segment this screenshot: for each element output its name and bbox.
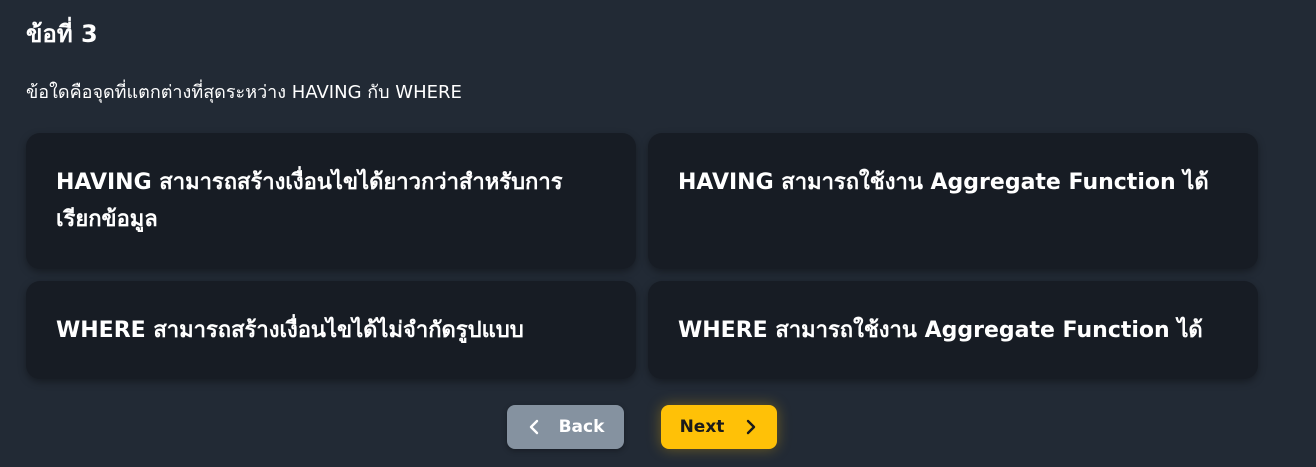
answer-choice-1[interactable]: HAVING สามารถสร้างเงื่อนไขได้ยาวกว่าสำหร… xyxy=(26,133,636,269)
answer-choices: HAVING สามารถสร้างเงื่อนไขได้ยาวกว่าสำหร… xyxy=(26,133,1258,379)
chevron-left-icon xyxy=(527,419,541,435)
answer-choice-3[interactable]: WHERE สามารถสร้างเงื่อนไขได้ไม่จำกัดรูปแ… xyxy=(26,281,636,379)
next-button[interactable]: Next xyxy=(661,405,777,449)
question-number-title: ข้อที่ 3 xyxy=(26,20,98,48)
navigation-bar: Back Next xyxy=(0,405,1316,449)
back-button-label: Back xyxy=(558,417,605,437)
question-text: ข้อใดคือจุดที่แตกต่างที่สุดระหว่าง HAVIN… xyxy=(26,82,462,103)
answer-choice-4[interactable]: WHERE สามารถใช้งาน Aggregate Function ได… xyxy=(648,281,1258,379)
next-button-label: Next xyxy=(679,417,725,437)
back-button[interactable]: Back xyxy=(507,405,624,449)
answer-choice-2[interactable]: HAVING สามารถใช้งาน Aggregate Function ไ… xyxy=(648,133,1258,269)
quiz-page: ข้อที่ 3 ข้อใดคือจุดที่แตกต่างที่สุดระหว… xyxy=(0,0,1316,467)
chevron-right-icon xyxy=(744,419,758,435)
